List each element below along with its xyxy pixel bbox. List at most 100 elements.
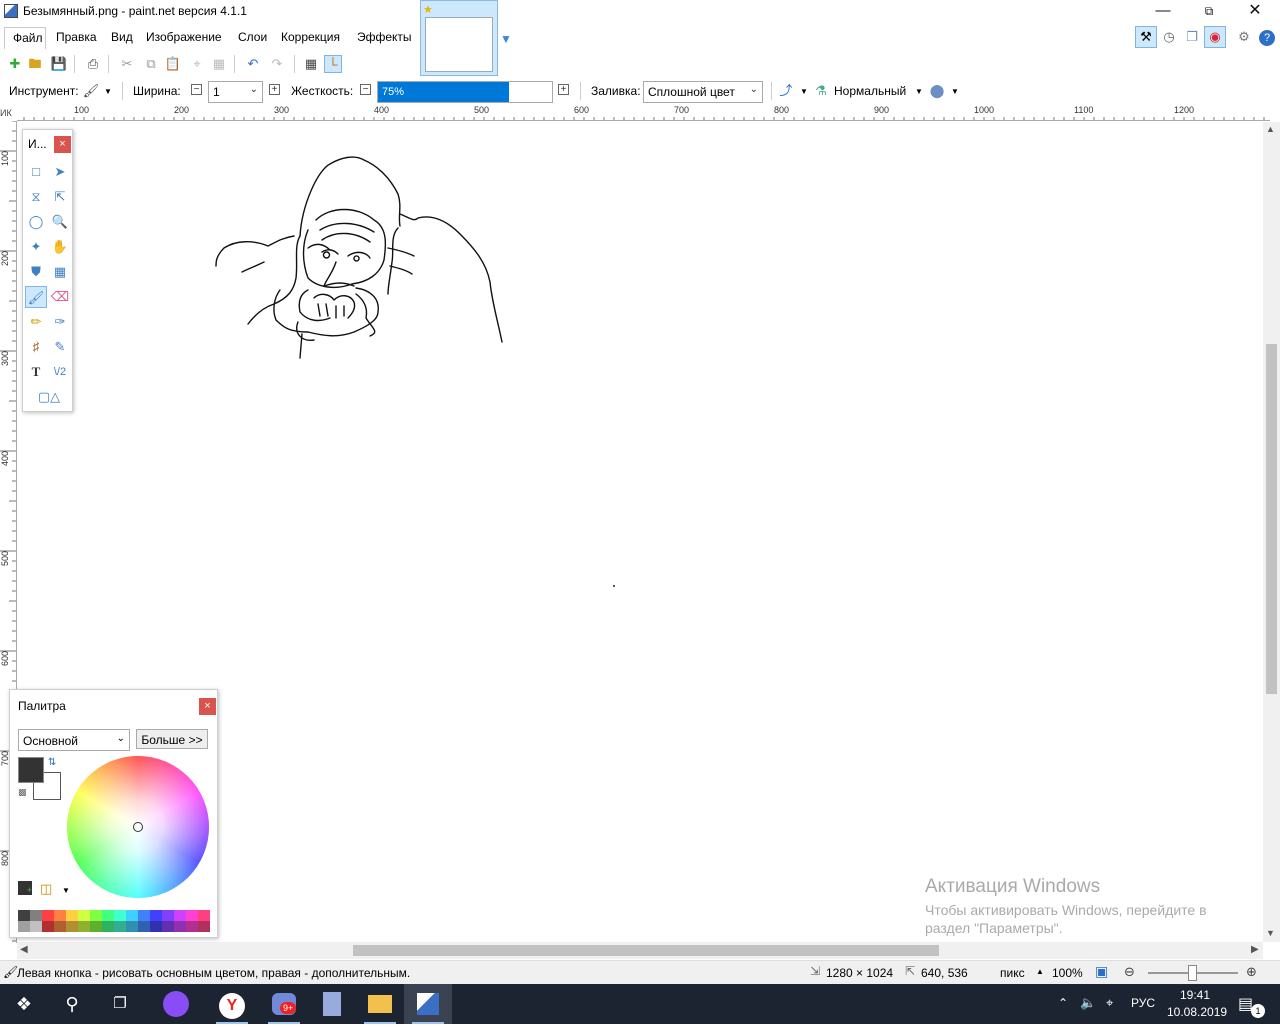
zoom-tool-icon[interactable]: 🔍: [49, 211, 71, 233]
tools-window-toggle-icon[interactable]: ⚒: [1135, 26, 1157, 48]
palette-swatch[interactable]: [90, 921, 102, 932]
shapes-tool-icon[interactable]: ▢△: [31, 386, 67, 408]
zoom-in-icon[interactable]: ⊕: [1246, 964, 1257, 980]
recolor-tool-icon[interactable]: ✎: [49, 336, 71, 358]
palette-swatch[interactable]: [102, 910, 114, 921]
clipping-dropdown-icon[interactable]: ▼: [951, 87, 959, 96]
new-image-icon[interactable]: ✚: [6, 55, 24, 73]
menu-file[interactable]: Файл: [4, 27, 46, 49]
palette-swatch[interactable]: [150, 910, 162, 921]
palette-swatch[interactable]: [138, 910, 150, 921]
units-select[interactable]: пикс: [1000, 966, 1025, 980]
network-wifi-icon[interactable]: ⌖: [1106, 995, 1113, 1011]
tools-panel-close-icon[interactable]: ×: [54, 136, 71, 153]
palette-swatch[interactable]: [42, 921, 54, 932]
palette-swatch[interactable]: [126, 910, 138, 921]
palette-swatch[interactable]: [174, 910, 186, 921]
swap-colors-icon[interactable]: ⇅: [48, 757, 56, 768]
line-curve-tool-icon[interactable]: \/2: [49, 361, 71, 383]
palette-swatch[interactable]: [18, 910, 30, 921]
menu-edit[interactable]: Правка: [56, 30, 97, 44]
discord-icon[interactable]: 9+: [260, 984, 308, 1024]
palette-close-icon[interactable]: ×: [199, 698, 216, 715]
brush-width-input[interactable]: 1 ⌄: [208, 81, 263, 103]
color-wheel[interactable]: [67, 756, 209, 898]
units-dropdown-icon[interactable]: ▲: [1036, 967, 1044, 976]
reset-colors-icon[interactable]: ▩: [18, 787, 27, 798]
fill-mode-select[interactable]: Сплошной цвет ⌄: [643, 81, 763, 103]
text-tool-icon[interactable]: T: [25, 361, 47, 383]
palette-menu-dropdown-icon[interactable]: ▼: [62, 886, 70, 895]
restore-icon[interactable]: ⧉: [1186, 0, 1232, 24]
vertical-scroll-thumb[interactable]: [1266, 344, 1277, 694]
alice-assistant-icon[interactable]: [152, 984, 200, 1024]
tool-dropdown-icon[interactable]: ▼: [104, 87, 112, 96]
crop-icon[interactable]: ⌖: [188, 55, 206, 73]
paint-bucket-tool-icon[interactable]: ⛊: [25, 261, 47, 283]
gradient-tool-icon[interactable]: ▦: [49, 261, 71, 283]
palette-swatch[interactable]: [186, 921, 198, 932]
width-increase-icon[interactable]: +: [269, 84, 280, 95]
minimize-icon[interactable]: —: [1140, 0, 1186, 24]
yandex-browser-icon[interactable]: Y: [208, 984, 256, 1024]
palette-swatch[interactable]: [138, 921, 150, 932]
eraser-tool-icon[interactable]: ⌫: [49, 286, 71, 308]
blend-mode-select[interactable]: Нормальный: [834, 84, 906, 98]
scroll-up-icon[interactable]: ▲: [1266, 124, 1275, 134]
paintbrush-tool-icon[interactable]: 🖌: [25, 286, 47, 308]
paintbrush-tool-icon[interactable]: 🖌: [82, 82, 100, 100]
deselect-icon[interactable]: ▦: [210, 55, 228, 73]
lasso-select-tool-icon[interactable]: ⧖: [25, 186, 47, 208]
print-icon[interactable]: ⎙: [84, 55, 102, 73]
palette-swatch[interactable]: [114, 910, 126, 921]
palette-mode-select[interactable]: Основной ⌄: [18, 729, 130, 751]
selection-clipping-icon[interactable]: ⬤: [928, 82, 946, 100]
file-explorer-icon[interactable]: [356, 984, 404, 1024]
menu-view[interactable]: Вид: [111, 30, 133, 44]
move-selection-tool-icon[interactable]: ➤: [49, 161, 71, 183]
undo-icon[interactable]: ↶: [244, 55, 262, 73]
hardness-slider[interactable]: 75%: [377, 81, 553, 103]
palette-swatch[interactable]: [30, 910, 42, 921]
clone-stamp-tool-icon[interactable]: ♯: [25, 336, 47, 358]
palette-swatch[interactable]: [114, 921, 126, 932]
rectangle-select-tool-icon[interactable]: □: [25, 161, 47, 183]
antialiasing-icon[interactable]: ⤴: [777, 82, 795, 100]
cut-icon[interactable]: ✂: [118, 55, 136, 73]
palette-swatch[interactable]: [78, 910, 90, 921]
ruler-icon[interactable]: └: [324, 55, 342, 73]
antialiasing-dropdown-icon[interactable]: ▼: [800, 87, 808, 96]
width-decrease-icon[interactable]: −: [191, 84, 202, 95]
zoom-slider-thumb[interactable]: [1188, 965, 1197, 981]
blend-mode-icon[interactable]: ⚗: [812, 82, 830, 100]
palette-swatch[interactable]: [174, 921, 186, 932]
color-wheel-marker[interactable]: [133, 822, 143, 832]
palette-menu-icon[interactable]: ◫: [40, 881, 52, 897]
move-selected-tool-icon[interactable]: ⇱: [49, 186, 71, 208]
add-color-icon[interactable]: +: [18, 881, 32, 895]
magic-wand-tool-icon[interactable]: ✦: [25, 236, 47, 258]
copy-icon[interactable]: ⧉: [142, 55, 160, 73]
clock-time[interactable]: 19:41: [1180, 988, 1210, 1002]
palette-swatch[interactable]: [198, 921, 210, 932]
hardness-decrease-icon[interactable]: −: [360, 84, 371, 95]
clock-date[interactable]: 10.08.2019: [1167, 1005, 1227, 1019]
close-icon[interactable]: ✕: [1232, 0, 1278, 24]
zoom-out-icon[interactable]: ⊖: [1124, 964, 1135, 980]
palette-swatch[interactable]: [162, 921, 174, 932]
palette-swatch[interactable]: [78, 921, 90, 932]
save-icon[interactable]: 💾: [50, 55, 68, 73]
menu-adjustments[interactable]: Коррекция: [281, 30, 340, 44]
menu-layers[interactable]: Слои: [238, 30, 267, 44]
colors-window-toggle-icon[interactable]: ◉: [1204, 26, 1226, 48]
scroll-right-icon[interactable]: ▶: [1251, 944, 1259, 955]
paste-icon[interactable]: 📋: [164, 55, 182, 73]
palette-swatch[interactable]: [54, 910, 66, 921]
menu-effects[interactable]: Эффекты: [357, 30, 412, 44]
scroll-down-icon[interactable]: ▼: [1266, 928, 1275, 938]
layers-window-toggle-icon[interactable]: ❐: [1181, 26, 1203, 48]
zoom-level[interactable]: 100%: [1052, 966, 1083, 980]
help-icon[interactable]: ?: [1259, 30, 1275, 46]
palette-swatch[interactable]: [54, 921, 66, 932]
color-picker-tool-icon[interactable]: ✑: [49, 311, 71, 333]
